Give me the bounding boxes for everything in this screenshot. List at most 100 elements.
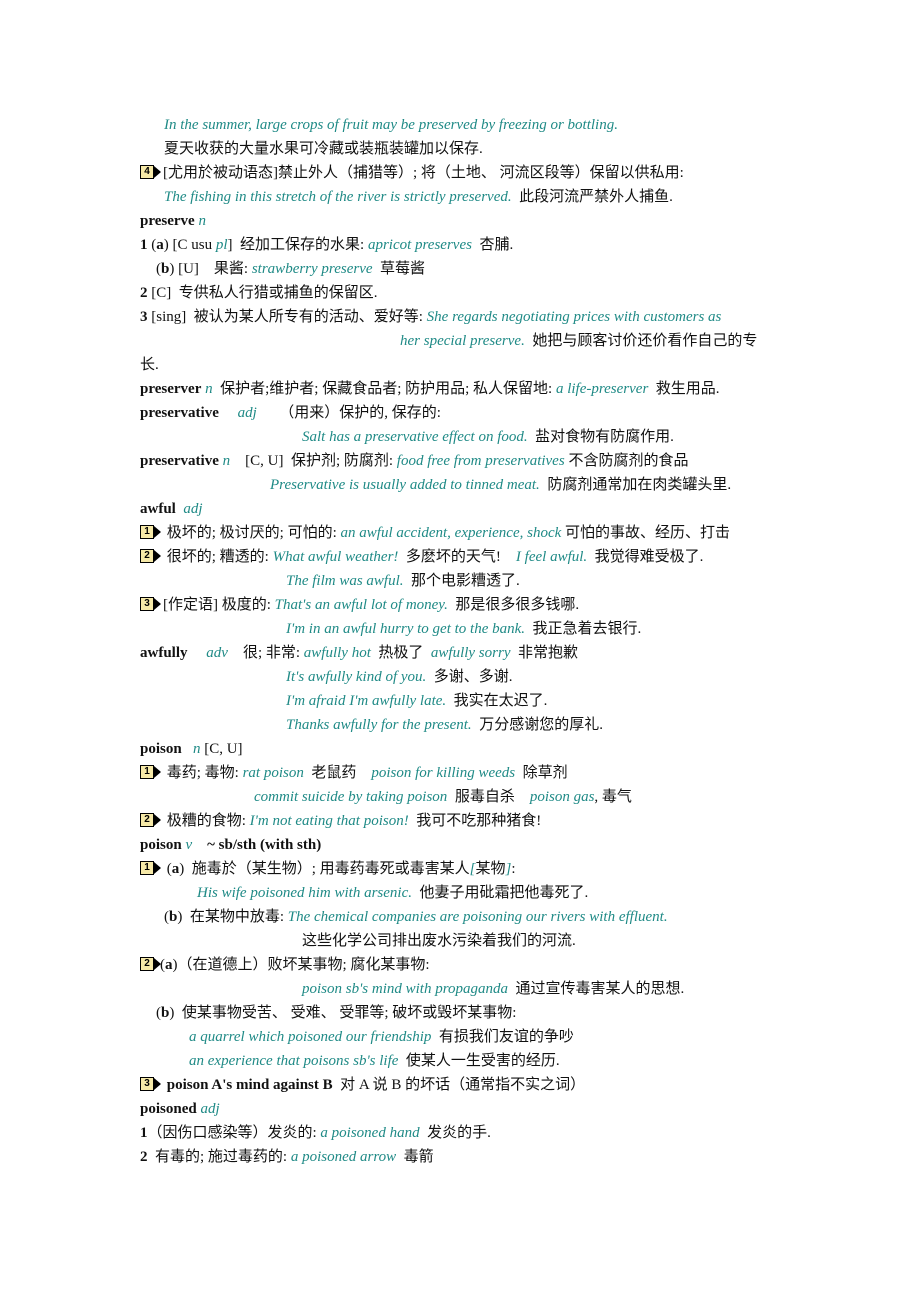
example-en: poison for killing weeds <box>371 765 516 781</box>
example-en: poison gas <box>529 789 595 805</box>
definition: 施毒於（某生物）; 用毒药毒死或毒害某人 <box>191 861 470 877</box>
sense-line: 2 有毒的; 施过毒药的: a poisoned arrow 毒箭 <box>140 1147 434 1167</box>
sense-line: 1 毒药; 毒物: rat poison 老鼠药 poison for kill… <box>140 763 568 783</box>
example-line: The fishing in this stretch of the river… <box>164 187 673 207</box>
grammar-label: [sing] <box>151 309 187 325</box>
example-zh: 我觉得难受极了. <box>594 549 704 565</box>
part-of-speech: adv <box>206 645 228 661</box>
sense-line: 2 极糟的食物: I'm not eating that poison! 我可不… <box>140 811 541 831</box>
example-line: Salt has a preservative effect on food. … <box>302 427 674 447</box>
part-of-speech: n <box>222 453 231 469</box>
headword-line: poison v ~ sb/sth (with sth) <box>140 835 321 855</box>
grammar-label: [C] <box>151 285 172 301</box>
example-zh: 多麽坏的天气! <box>405 549 501 565</box>
example-en: a quarrel which poisoned our friendship <box>189 1029 432 1045</box>
example-en: awfully sorry <box>430 645 511 661</box>
definition: 很; 非常: <box>242 645 301 661</box>
example-zh: 万分感谢您的厚礼. <box>479 717 603 733</box>
definition: 专供私人行猎或捕鱼的保留区. <box>178 285 378 301</box>
definition: （在道德上）败坏某事物; 腐化某事物: <box>177 957 430 973</box>
grammar-label: [U] <box>178 261 199 277</box>
example-line: poison sb's mind with propaganda 通过宣传毒害某… <box>302 979 684 999</box>
example-en: The film was awful. <box>286 573 404 589</box>
example-en: Thanks awfully for the present. <box>286 717 472 733</box>
sense-line: 2 (a)（在道德上）败坏某事物; 腐化某事物: <box>140 955 430 975</box>
grammar-label: [C usu <box>172 237 216 253</box>
sense-line: (b) 使某事物受苦、 受难、 受罪等; 破坏或毁坏某事物: <box>156 1003 516 1023</box>
sense-number-icon: 2 <box>140 957 161 971</box>
sense-line: 3 [sing] 被认为某人所专有的活动、爱好等: She regards ne… <box>140 307 721 327</box>
subsense-label: (a) <box>151 237 169 253</box>
example-line: I'm in an awful hurry to get to the bank… <box>286 619 641 639</box>
sense-line: 1 (a) 施毒於（某生物）; 用毒药毒死或毒害某人[某物]: <box>140 859 516 879</box>
definition: 保护剂; 防腐剂: <box>290 453 394 469</box>
example-zh: 热极了 <box>378 645 424 661</box>
part-of-speech: n <box>192 741 201 757</box>
headword: preserve <box>140 213 195 229</box>
example-en: commit suicide by taking poison <box>254 789 448 805</box>
headword-line: poison n [C, U] <box>140 739 243 759</box>
example-en: It's awfully kind of you. <box>286 669 427 685</box>
headword: preservative <box>140 405 219 421</box>
definition: 被认为某人所专有的活动、爱好等: <box>193 309 423 325</box>
part-of-speech: adj <box>200 1101 220 1117</box>
part-of-speech: adj <box>237 405 257 421</box>
example-zh: 盐对食物有防腐作用. <box>535 429 674 445</box>
part-of-speech: n <box>205 381 213 397</box>
headword-line: preservative adj （用来）保护的, 保存的: <box>140 403 441 423</box>
example-en: Preservative is usually added to tinned … <box>270 477 540 493</box>
example-en: The fishing in this stretch of the river… <box>164 189 512 205</box>
example-zh: 不含防腐剂的食品 <box>568 453 689 469</box>
sense-number-icon: 1 <box>140 525 162 539</box>
example-zh: 服毒自杀 <box>454 789 515 805</box>
example-zh: 此段河流严禁外人捕鱼. <box>519 189 673 205</box>
example-en: His wife poisoned him with arsenic. <box>197 885 412 901</box>
grammar-pos: pl <box>215 237 228 253</box>
example-en: an experience that poisons sb's life <box>189 1053 399 1069</box>
sense-line: (b) [U] 果酱: strawberry preserve 草莓酱 <box>156 259 425 279</box>
example-en: an awful accident, experience, shock <box>340 525 562 541</box>
subsense-label: (a) <box>166 861 185 877</box>
example-en: apricot preserves <box>367 237 472 253</box>
part-of-speech: n <box>198 213 206 229</box>
example-en: rat poison <box>242 765 304 781</box>
sense-number-icon: 4 <box>140 165 162 179</box>
example-en: I'm afraid I'm awfully late. <box>286 693 447 709</box>
headword-line: preserver n 保护者;维护者; 保藏食品者; 防护用品; 私人保留地:… <box>140 379 720 399</box>
sense-line: 3 [作定语] 极度的: That's an awful lot of money… <box>140 595 579 615</box>
definition: [作定语] 极度的: <box>163 597 271 613</box>
sense-number-icon: 1 <box>140 861 162 875</box>
example-en: In the summer, large crops of fruit may … <box>164 117 618 133</box>
definition: 对 A 说 B 的坏话（通常指不实之词） <box>340 1077 586 1093</box>
subsense-label: (a) <box>160 957 178 973</box>
headword-line: poisoned adj <box>140 1099 220 1119</box>
example-zh: 老鼠药 <box>311 765 357 781</box>
sense-line: 1 极坏的; 极讨厌的; 可怕的: an awful accident, exp… <box>140 523 730 543</box>
idiom-phrase: poison A's mind against B <box>166 1077 333 1093</box>
example-en: I feel awful. <box>515 549 588 565</box>
sense-number: 2 <box>140 285 148 301</box>
example-zh: 那是很多很多钱哪. <box>455 597 580 613</box>
sense-line: 4 [尤用於被动语态]禁止外人（捕猎等）; 将（土地、 河流区段等）保留以供私用: <box>140 163 684 183</box>
example-line: a quarrel which poisoned our friendship … <box>189 1027 574 1047</box>
example-en: awfully hot <box>303 645 371 661</box>
grammar-label: [C, U] <box>204 741 243 757</box>
example-en: What awful weather! <box>272 549 399 565</box>
example-line: I'm afraid I'm awfully late. 我实在太迟了. <box>286 691 547 711</box>
definition: （用来）保护的, 保存的: <box>279 405 441 421</box>
example-zh: 我实在太迟了. <box>453 693 548 709</box>
grammar-label: [C, U] <box>245 453 284 469</box>
sense-number: 1 <box>140 1125 148 1141</box>
definition: 果酱: <box>213 261 249 277</box>
headword: preservative <box>140 453 219 469</box>
example-line: commit suicide by taking poison 服毒自杀 poi… <box>254 787 632 807</box>
sense-number-icon: 2 <box>140 549 162 563</box>
sense-line: 3 poison A's mind against B 对 A 说 B 的坏话（… <box>140 1075 585 1095</box>
definition: （因伤口感染等）发炎的: <box>147 1125 317 1141</box>
example-zh: 可怕的事故、经历、打击 <box>565 525 731 541</box>
example-zh: 杏脯. <box>479 237 514 253</box>
example-line: The film was awful. 那个电影糟透了. <box>286 571 520 591</box>
subsense-label: (b) <box>156 1005 175 1021</box>
example-zh: 通过宣传毒害某人的思想. <box>515 981 685 997</box>
example-en: strawberry preserve <box>251 261 373 277</box>
